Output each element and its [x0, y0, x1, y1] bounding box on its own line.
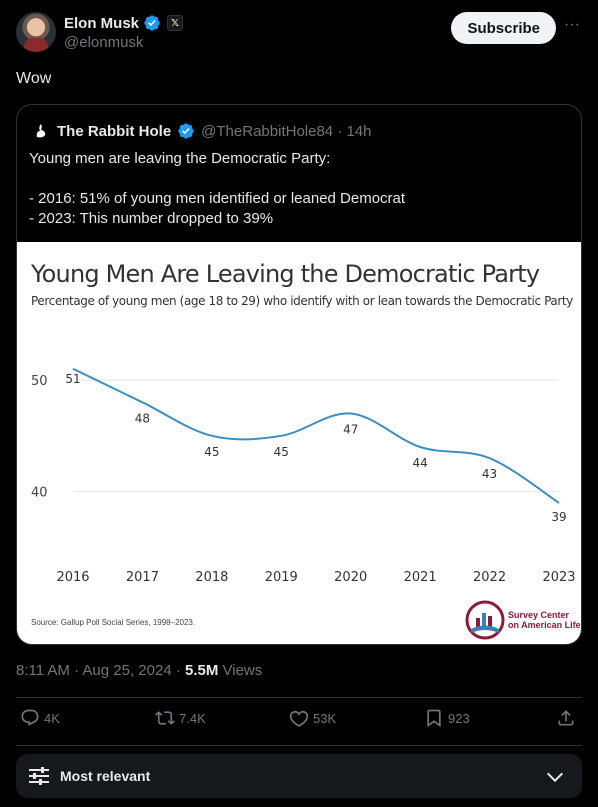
more-options-icon[interactable]: ··· — [562, 17, 582, 38]
author-name[interactable]: Elon Musk — [64, 15, 139, 32]
quote-handle-time: @TheRabbitHole84 · 14h — [201, 122, 372, 140]
quote-text: Young men are leaving the Democratic Par… — [29, 150, 406, 227]
quote-author-name[interactable]: The Rabbit Hole — [57, 123, 171, 140]
sort-replies-dropdown[interactable]: Most relevant — [16, 754, 582, 798]
quote-verified-badge-icon — [178, 123, 194, 139]
x-tick-label: 2020 — [334, 570, 367, 585]
data-label: 45 — [204, 445, 219, 459]
quoted-post[interactable]: The Rabbit Hole @TheRabbitHole84 · 14h Y… — [16, 104, 582, 645]
bookmark-count: 923 — [448, 710, 470, 726]
repost-count: 7.4K — [179, 710, 206, 726]
reply-button[interactable]: 4K — [20, 708, 60, 728]
like-count: 53K — [313, 710, 337, 726]
subscribe-button[interactable]: Subscribe — [451, 12, 556, 44]
repost-icon — [155, 711, 175, 725]
x-tick-label: 2023 — [542, 570, 575, 585]
data-label: 47 — [343, 422, 358, 436]
sort-label: Most relevant — [60, 768, 151, 784]
chart-source: Source: Gallup Poll Social Series, 1998–… — [31, 618, 196, 627]
data-label: 45 — [274, 445, 289, 459]
reply-count: 4K — [44, 710, 60, 726]
author-name-line: Elon Musk 𝕏 — [64, 14, 184, 32]
x-affiliate-badge-icon: 𝕏 — [167, 15, 184, 31]
post-text: Wow — [16, 70, 52, 87]
chart-subtitle: Percentage of young men (age 18 to 29) w… — [31, 294, 573, 308]
reply-icon — [21, 709, 39, 726]
heart-icon — [289, 710, 309, 727]
data-label: 44 — [413, 456, 428, 470]
data-label: 43 — [482, 467, 497, 481]
bookmark-icon — [427, 709, 441, 728]
action-bar: 4K 7.4K 53K 923 — [16, 708, 582, 736]
x-tick-label: 2021 — [404, 570, 437, 585]
chart-title: Young Men Are Leaving the Democratic Par… — [31, 260, 540, 288]
repost-button[interactable]: 7.4K — [155, 708, 206, 728]
post-header: Elon Musk 𝕏 @elonmusk Subscribe ··· — [16, 12, 582, 56]
chart-image[interactable]: 40 50 2016 2017 2018 2019 2020 2021 2022 2023 51 48… — [17, 242, 581, 644]
share-button[interactable] — [556, 708, 576, 728]
views-label: Views — [218, 662, 263, 679]
x-tick-label: 2017 — [126, 570, 159, 585]
x-tick-label: 2018 — [195, 570, 228, 585]
divider — [16, 745, 582, 746]
post-meta: 8:11 AM · Aug 25, 2024 · 5.5M Views — [16, 662, 262, 679]
verified-badge-icon — [144, 15, 160, 31]
share-icon — [558, 710, 574, 726]
rabbit-logo-icon — [31, 121, 51, 141]
views-count: 5.5M — [185, 662, 219, 679]
author-handle[interactable]: @elonmusk — [64, 34, 143, 51]
survey-center-logo-icon — [465, 600, 505, 640]
x-tick-label: 2016 — [56, 570, 89, 585]
y-tick-label: 40 — [31, 486, 48, 501]
data-label: 39 — [551, 510, 566, 524]
x-tick-label: 2019 — [265, 570, 298, 585]
quote-header: The Rabbit Hole @TheRabbitHole84 · 14h — [31, 121, 372, 141]
x-tick-label: 2022 — [473, 570, 506, 585]
data-label: 48 — [135, 411, 150, 425]
chevron-down-icon — [546, 772, 564, 783]
like-button[interactable]: 53K — [289, 708, 336, 728]
survey-center-logo-text: Survey Center on American Life — [508, 610, 581, 630]
data-label: 51 — [65, 372, 80, 386]
post-timestamp[interactable]: 8:11 AM · Aug 25, 2024 · — [16, 662, 185, 679]
bookmark-button[interactable]: 923 — [424, 708, 470, 728]
y-tick-label: 50 — [31, 374, 48, 389]
sliders-icon — [29, 767, 49, 785]
author-avatar[interactable] — [16, 12, 56, 52]
series-line — [72, 367, 560, 504]
divider — [16, 697, 582, 698]
